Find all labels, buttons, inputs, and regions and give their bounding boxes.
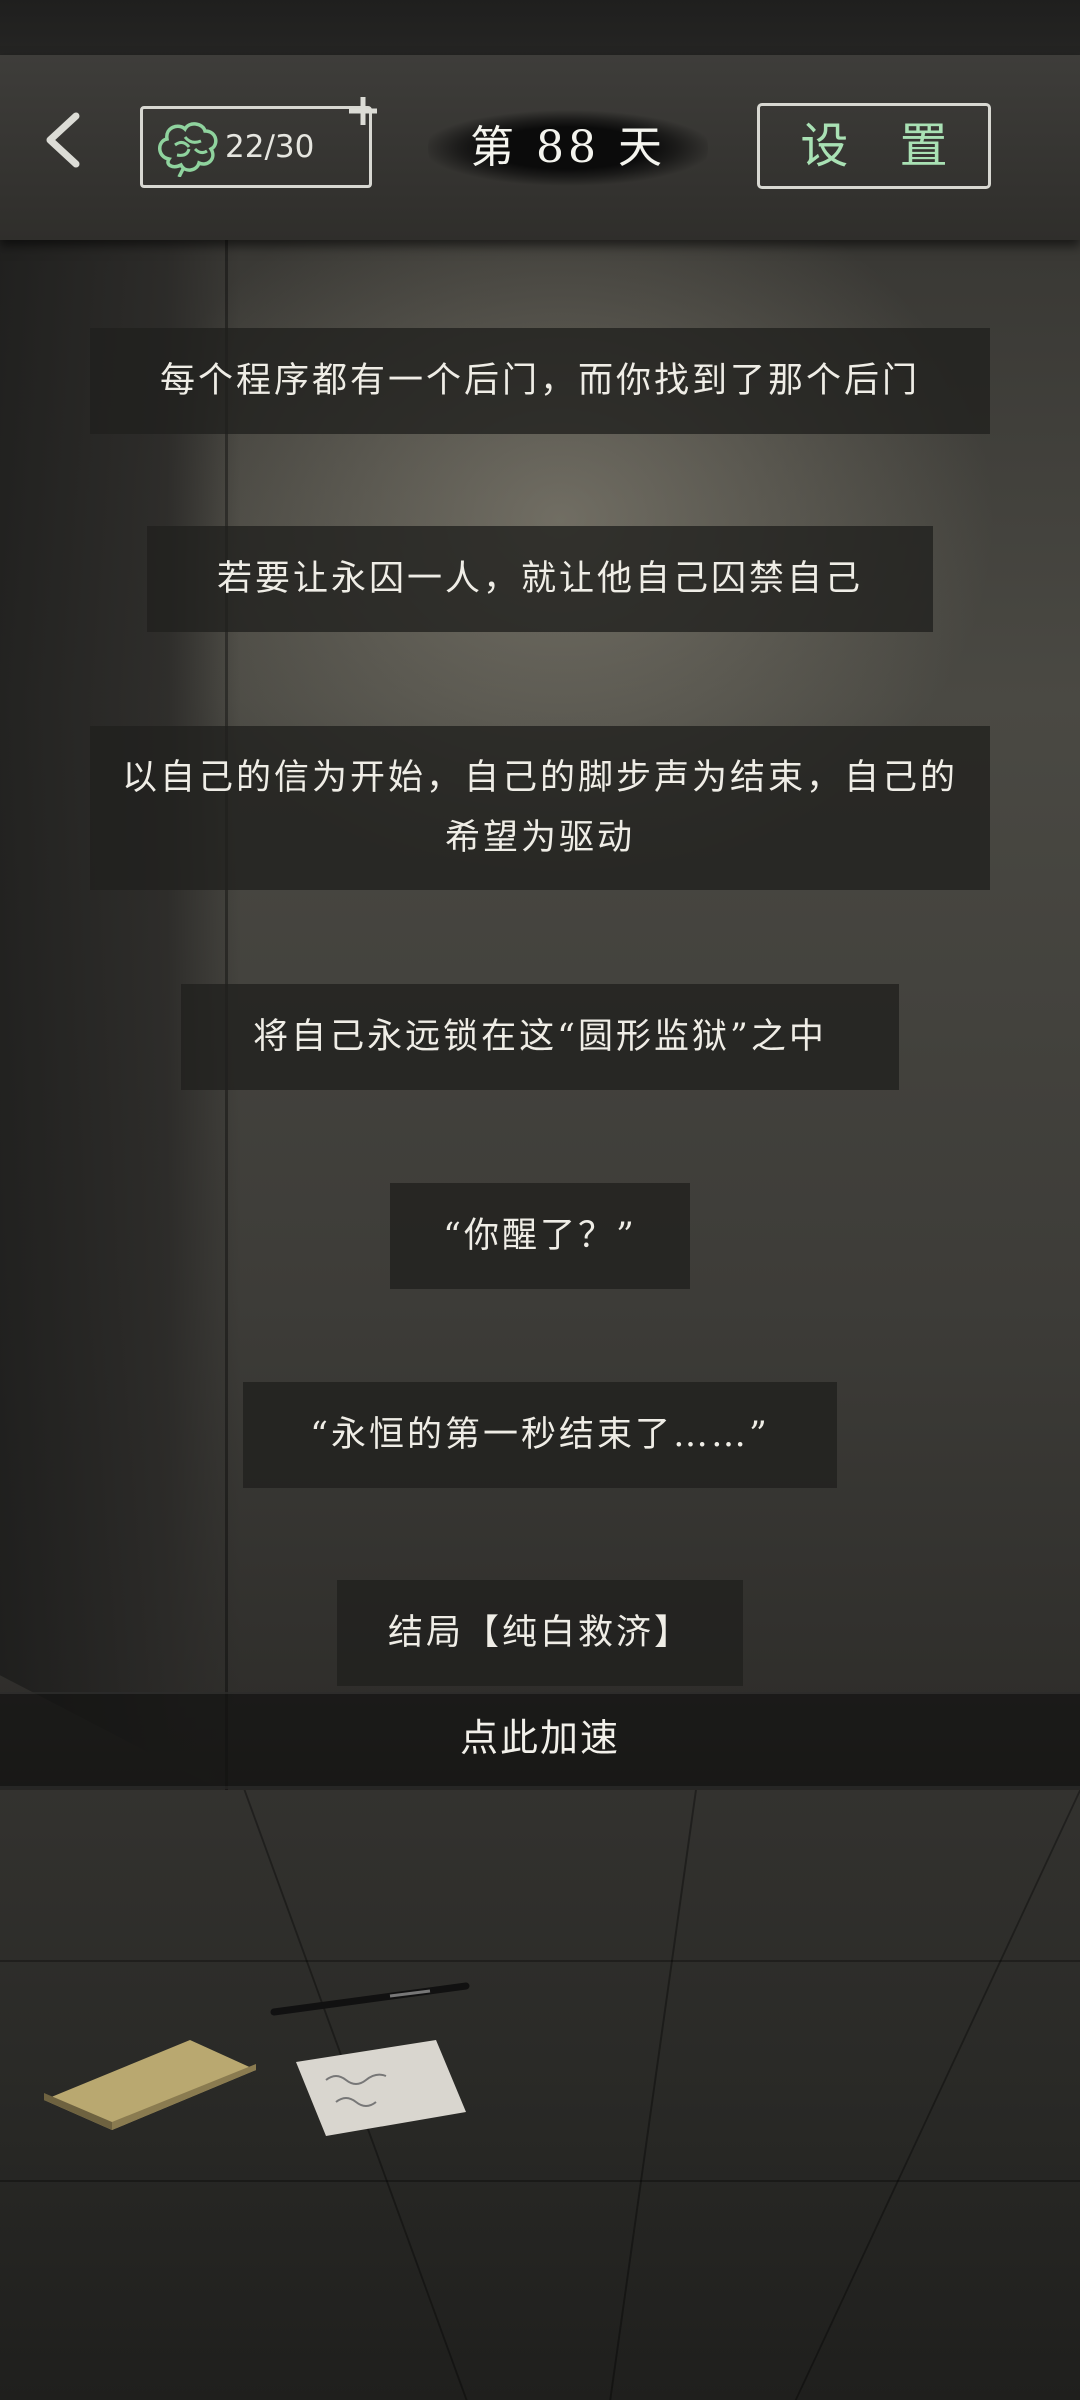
chevron-left-icon (46, 112, 80, 168)
story-line: 将自己永远锁在这“圆形监狱”之中 (181, 984, 899, 1090)
back-button[interactable] (36, 110, 92, 170)
brain-icon (158, 122, 218, 177)
paper-note-prop (296, 2040, 466, 2136)
settings-button[interactable]: 设 置 (757, 103, 991, 189)
plus-icon[interactable] (346, 94, 380, 128)
day-text: 第 88 天 (470, 122, 666, 173)
speed-up-button[interactable]: 点此加速 (0, 1692, 1080, 1784)
story-line: “永恒的第一秒结束了……” (243, 1382, 837, 1488)
brain-energy-counter[interactable]: 22/30 (140, 106, 372, 188)
story-line: 以自己的信为开始，自己的脚步声为结束，自己的希望为驱动 (90, 726, 990, 890)
day-counter: 第 88 天 (428, 110, 708, 186)
story-line: 每个程序都有一个后门，而你找到了那个后门 (90, 328, 990, 434)
notebook-prop (44, 2040, 256, 2130)
story-line: “你醒了？” (390, 1183, 690, 1289)
pen-prop (270, 1982, 470, 2016)
story-line: 若要让永囚一人，就让他自己囚禁自己 (147, 526, 933, 632)
ending-title: 结局【纯白救济】 (337, 1580, 743, 1686)
brain-count-text: 22/30 (225, 129, 315, 165)
